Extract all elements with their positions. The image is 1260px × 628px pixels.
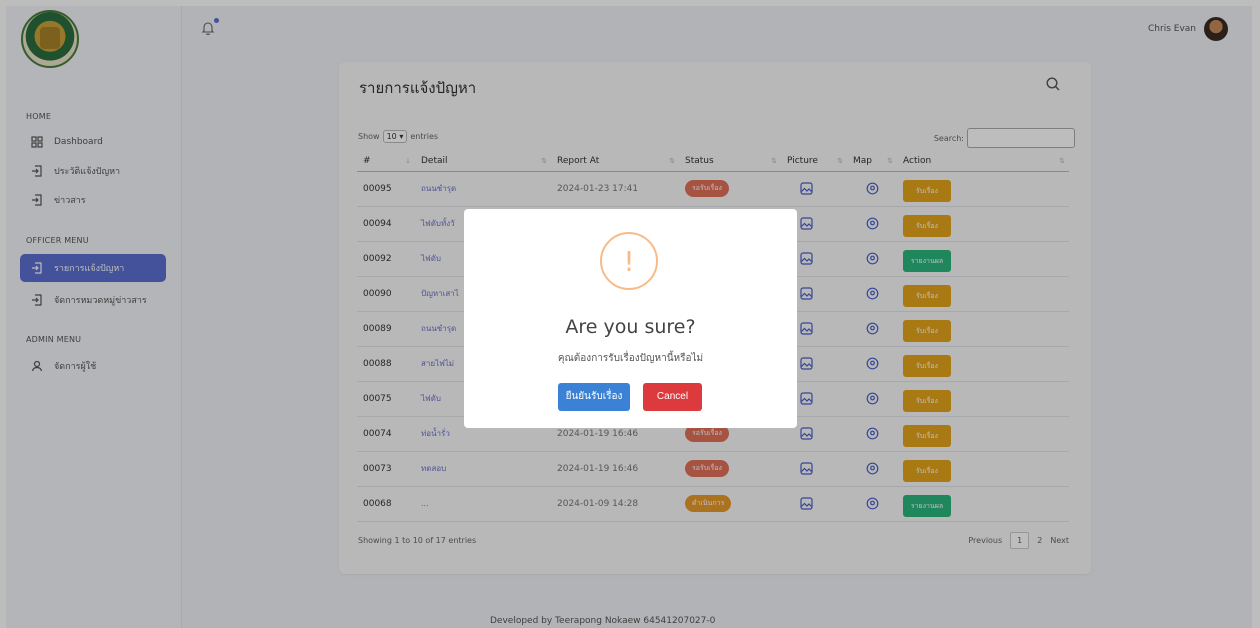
confirm-accept-button[interactable]: ยืนยันรับเรื่อง (558, 383, 630, 411)
cancel-button[interactable]: Cancel (643, 383, 702, 411)
dialog-message: คุณต้องการรับเรื่องปัญหานี้หรือไม่ (557, 353, 704, 364)
warning-icon: ! (600, 232, 658, 290)
warning-glyph: ! (623, 245, 635, 278)
modal-backdrop[interactable]: ! Are you sure? คุณต้องการรับเรื่องปัญหา… (0, 0, 1260, 628)
confirm-dialog: ! Are you sure? คุณต้องการรับเรื่องปัญหา… (464, 209, 797, 428)
dialog-title: Are you sure? (565, 316, 696, 338)
